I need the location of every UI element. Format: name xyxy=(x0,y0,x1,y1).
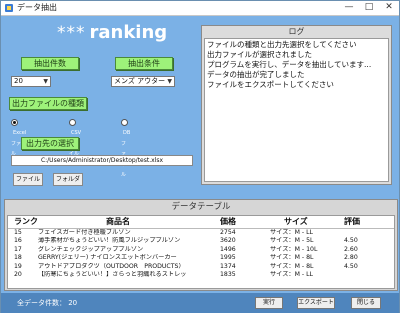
table-row[interactable]: 20 【防寒にちょうどいい！】さらっと羽織れるストレッ 1835 サイズ：M - LL xyxy=(8,271,394,279)
table-rows: 15 フェイスガード付き極暖ブルゾン 2754 サイズ：M - LL 16 薄手素材がちょ… xyxy=(8,229,394,279)
radio-dot-icon xyxy=(69,119,76,126)
table-row[interactable]: 18 GERRY(ジェリー) ナイロンスエットボンバーカー 1995 サイズ：M - … xyxy=(8,254,394,262)
cell-rating: 4.50 xyxy=(344,262,358,270)
log-panel: ログ ファイルの種類と出力先選択をしてください 出力ファイルが選択されました プ… xyxy=(201,25,392,185)
output-type-button[interactable]: 出力ファイルの種類 xyxy=(9,97,87,110)
column-header-price[interactable]: 価格 xyxy=(220,216,236,227)
cell-size: サイズ：M - 8L xyxy=(270,254,314,262)
cell-product: グレンチェックジップアップブルゾン xyxy=(38,245,144,253)
log-text-area[interactable]: ファイルの種類と出力先選択をしてください 出力ファイルが選択されました プログラ… xyxy=(204,38,389,182)
data-table-panel: データテーブル ランク 商品名 価格 サイズ 評価 15 フェイスガード付き極暖ブ… xyxy=(4,199,398,291)
table-row[interactable]: 15 フェイスガード付き極暖ブルゾン 2754 サイズ：M - LL xyxy=(8,229,394,237)
cell-rating: 2.80 xyxy=(344,254,358,262)
cell-size: サイズ：M - 8L xyxy=(270,262,314,270)
total-count: 全データ件数： 20 xyxy=(17,299,78,307)
cell-size: サイズ：M - LL xyxy=(270,270,313,278)
column-header-rank[interactable]: ランク xyxy=(14,216,38,227)
close-window-icon[interactable]: ✕ xyxy=(381,1,397,15)
folder-button[interactable]: フォルダ xyxy=(53,173,83,186)
condition-select-value: メンズ アウター xyxy=(114,77,166,85)
extract-condition-button[interactable]: 抽出条件 xyxy=(115,57,173,70)
log-line: ファイルをエクスポートしてください xyxy=(207,80,334,89)
cell-price: 3620 xyxy=(220,237,236,245)
cell-size: サイズ：M - 5L xyxy=(270,237,314,245)
page-heading: *** ranking xyxy=(57,21,167,45)
radio-dot-icon xyxy=(121,119,128,126)
file-button[interactable]: ファイル xyxy=(13,173,43,186)
status-bar: 全データ件数： 20 実行 エクスポート 閉じる xyxy=(1,293,399,313)
log-title: ログ xyxy=(288,27,305,36)
heading-stars: *** xyxy=(57,23,86,43)
cell-product: 【防寒にちょうどいい！】さらっと羽織れるストレッ xyxy=(38,270,187,278)
radio-dot-icon xyxy=(11,119,18,126)
export-button[interactable]: エクスポート xyxy=(297,297,335,309)
cell-product: フェイスガード付き極暖ブルゾン xyxy=(38,229,131,236)
table-row[interactable]: 16 薄手素材がちょうどいい！防風フルジップブルゾン 3620 サイズ：M - 5L 4… xyxy=(8,237,394,245)
data-table[interactable]: ランク 商品名 価格 サイズ 評価 15 フェイスガード付き極暖ブルゾン 2754 サ… xyxy=(7,215,395,289)
chevron-down-icon: ▼ xyxy=(167,78,172,85)
cell-product: アウトドアプロダクツ（OUTDOOR PRODUCTS） xyxy=(38,262,185,270)
condition-select[interactable]: メンズ アウター ▼ xyxy=(111,76,175,87)
cell-rating: 2.60 xyxy=(344,245,358,253)
cell-size: サイズ：M - LL xyxy=(270,229,313,236)
log-line: 出力ファイルが選択されました xyxy=(207,50,312,59)
output-destination-button[interactable]: 出力先の選択 xyxy=(21,137,79,150)
cell-price: 1374 xyxy=(220,262,236,270)
cell-price: 1995 xyxy=(220,254,236,262)
run-button[interactable]: 実行 xyxy=(255,297,283,309)
count-select[interactable]: 20 ▼ xyxy=(11,76,51,87)
app-icon xyxy=(5,4,13,12)
maximize-icon[interactable]: □ xyxy=(361,1,377,15)
column-header-rating[interactable]: 評価 xyxy=(344,216,360,227)
chevron-down-icon: ▼ xyxy=(43,78,48,85)
cell-price: 1835 xyxy=(220,270,236,278)
heading-word: ranking xyxy=(89,22,168,43)
table-row[interactable]: 17 グレンチェックジップアップブルゾン 1496 サイズ：M - 10L 2.60 xyxy=(8,246,394,254)
log-line: プログラムを実行し、データを抽出しています... xyxy=(207,60,372,69)
extract-count-button[interactable]: 抽出件数 xyxy=(21,57,79,70)
log-line: ファイルの種類と出力先選択をしてください xyxy=(207,40,357,49)
log-line: データの抽出が完了しました xyxy=(207,70,305,79)
count-select-value: 20 xyxy=(14,77,23,85)
window-title: データ抽出 xyxy=(17,3,57,12)
radio-db-label: DBファイル xyxy=(121,130,131,178)
table-row[interactable]: 19 アウトドアプロダクツ（OUTDOOR PRODUCTS） 1374 サイズ：M … xyxy=(8,263,394,271)
cell-product: 薄手素材がちょうどいい！防風フルジップブルゾン xyxy=(38,237,181,245)
column-header-product[interactable]: 商品名 xyxy=(106,216,130,227)
cell-size: サイズ：M - 10L xyxy=(270,245,318,253)
output-path-field[interactable]: C:/Users/Administrator/Desktop/test.xlsx xyxy=(11,155,193,166)
cell-product: GERRY(ジェリー) ナイロンスエットボンバーカー xyxy=(38,254,177,262)
title-bar: データ抽出 — □ ✕ xyxy=(1,1,399,16)
column-header-size[interactable]: サイズ xyxy=(284,216,308,227)
data-table-title: データテーブル xyxy=(171,202,231,212)
close-button[interactable]: 閉じる xyxy=(351,297,381,309)
cell-price: 2754 xyxy=(220,229,236,236)
radio-db[interactable]: DBファイル xyxy=(121,118,130,181)
minimize-icon[interactable]: — xyxy=(341,1,357,15)
cell-price: 1496 xyxy=(220,245,236,253)
cell-rating: 4.50 xyxy=(344,237,358,245)
app-window: データ抽出 — □ ✕ *** ranking 抽出件数 抽出条件 20 ▼ メン… xyxy=(0,0,400,313)
